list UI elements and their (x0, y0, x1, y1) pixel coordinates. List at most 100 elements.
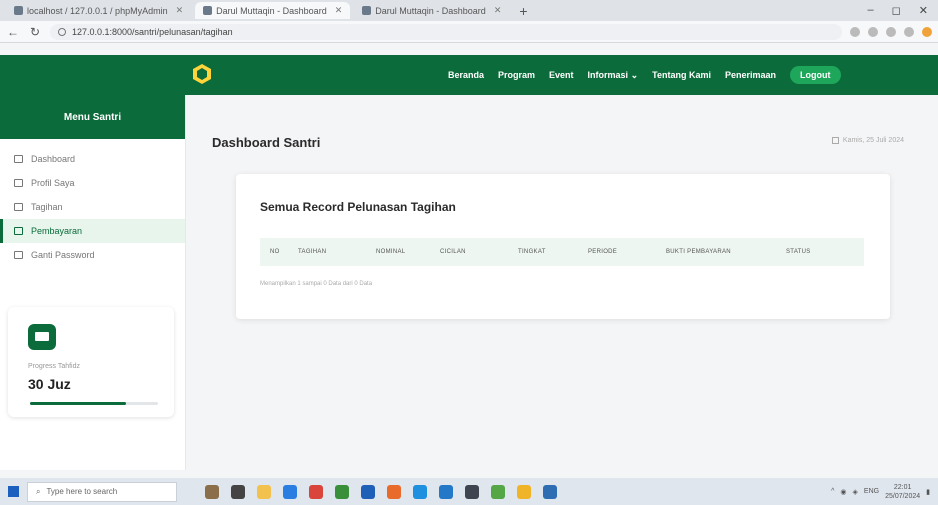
language-indicator[interactable]: ENG (864, 488, 879, 495)
clock-date: 25/07/2024 (885, 492, 921, 500)
nav-tentang-kami[interactable]: Tentang Kami (652, 70, 711, 80)
progress-bar (30, 402, 158, 405)
app-icon[interactable] (361, 484, 375, 499)
sidebar-item-label: Profil Saya (31, 178, 75, 188)
column-header[interactable]: NOMINAL (366, 249, 430, 255)
main-menu: Beranda Program Event Informasi ⌄ Tentan… (448, 55, 841, 95)
sidebar: Menu Santri Dashboard Profil Saya Tagiha… (0, 95, 186, 470)
close-tab-icon[interactable]: ✕ (335, 5, 343, 16)
app-icon[interactable] (543, 484, 557, 499)
sidebar-item-pembayaran[interactable]: Pembayaran (0, 219, 185, 243)
column-header[interactable]: NO (260, 249, 288, 255)
app-icon[interactable] (387, 484, 401, 499)
taskbar-search[interactable]: ⌕ Type here to search (27, 481, 177, 502)
vscode-icon[interactable] (439, 484, 453, 499)
widgets-icon[interactable] (205, 484, 219, 499)
sidebar-title: Menu Santri (0, 95, 185, 139)
system-tray: ^ ◉ ◈ ENG 22:01 25/07/2024 ▮ (831, 483, 938, 501)
chrome-icon[interactable] (413, 484, 427, 499)
calendar-icon (831, 137, 839, 144)
card-title: Semua Record Pelunasan Tagihan (260, 200, 456, 214)
logo-icon[interactable] (192, 63, 212, 85)
app-icon[interactable] (335, 484, 349, 499)
url-field[interactable]: 127.0.0.1:8000/santri/pelunasan/tagihan (50, 23, 842, 40)
nav-event[interactable]: Event (549, 70, 574, 80)
app-icon[interactable] (309, 484, 323, 499)
notification-icon[interactable]: ▮ (926, 488, 930, 496)
column-header[interactable]: TINGKAT (508, 249, 578, 255)
clock-time: 22:01 (893, 483, 912, 491)
close-tab-icon[interactable]: ✕ (176, 5, 184, 16)
volume-icon[interactable]: ◈ (853, 488, 858, 496)
chevron-down-icon: ⌄ (630, 69, 639, 80)
close-tab-icon[interactable]: ✕ (494, 5, 502, 16)
maximize-icon[interactable]: ◻ (892, 4, 901, 17)
progress-card: Progress Tahfidz 30 Juz (8, 307, 174, 417)
browser-tab-bar: localhost / 127.0.0.1 / phpMyAdmin ✕ Dar… (0, 0, 938, 21)
page-title: Dashboard Santri (212, 135, 321, 150)
grid-icon (14, 155, 23, 163)
favorites-icon[interactable] (886, 26, 896, 37)
column-header[interactable]: CICILAN (430, 249, 508, 255)
date-display: Kamis, 25 Juli 2024 (831, 137, 904, 144)
search-icon: ⌕ (36, 486, 41, 496)
sidebar-item-profil[interactable]: Profil Saya (0, 171, 185, 195)
extension-icon[interactable] (850, 26, 860, 37)
reload-icon[interactable]: ↻ (28, 25, 42, 39)
close-window-icon[interactable]: ✕ (919, 4, 928, 17)
tab-title: Darul Muttaqin - Dashboard (216, 5, 327, 16)
nav-program[interactable]: Program (498, 70, 535, 80)
profile-icon[interactable] (904, 26, 914, 37)
browser-tab[interactable]: Darul Muttaqin - Dashboard ✕ (354, 2, 509, 19)
chevron-up-icon[interactable]: ^ (831, 488, 834, 495)
column-header[interactable]: STATUS (776, 249, 836, 255)
user-icon (14, 179, 23, 187)
info-icon (58, 27, 66, 36)
column-header[interactable]: BUKTI PEMBAYARAN (656, 249, 776, 255)
clock[interactable]: 22:01 25/07/2024 (885, 483, 920, 501)
task-view-icon[interactable] (231, 484, 245, 499)
nav-informasi-label: Informasi (587, 69, 629, 80)
table-header: NO TAGIHAN NOMINAL CICILAN TINGKAT PERIO… (260, 238, 864, 266)
site-navbar: Beranda Program Event Informasi ⌄ Tentan… (0, 55, 938, 95)
dollar-icon (14, 203, 23, 211)
nav-informasi[interactable]: Informasi ⌄ (588, 70, 639, 81)
back-icon[interactable]: ← (6, 25, 20, 39)
nav-beranda[interactable]: Beranda (448, 70, 484, 80)
lock-icon (14, 251, 23, 259)
browser-tab-active[interactable]: Darul Muttaqin - Dashboard ✕ (195, 2, 351, 19)
app-icon[interactable] (517, 484, 531, 499)
taskbar: ⌕ Type here to search ^ ◉ ◈ ENG 22:01 25… (0, 478, 938, 505)
url-text: 127.0.0.1:8000/santri/pelunasan/tagihan (72, 26, 233, 37)
edge-icon[interactable] (283, 484, 297, 499)
records-card: Semua Record Pelunasan Tagihan NO TAGIHA… (236, 174, 890, 319)
network-icon[interactable]: ◉ (840, 488, 846, 496)
column-header[interactable]: TAGIHAN (288, 249, 366, 255)
progress-value: 30 Juz (28, 376, 71, 392)
browser-tab[interactable]: localhost / 127.0.0.1 / phpMyAdmin ✕ (6, 2, 191, 19)
extension-icon[interactable] (868, 26, 878, 37)
new-tab-button[interactable]: + (513, 3, 533, 19)
main-content: Dashboard Santri Kamis, 25 Juli 2024 Sem… (186, 95, 938, 470)
app-icon[interactable] (465, 484, 479, 499)
progress-label: Progress Tahfidz (28, 363, 81, 370)
sidebar-item-dashboard[interactable]: Dashboard (0, 147, 185, 171)
file-explorer-icon[interactable] (257, 484, 271, 499)
browser-menu-icon[interactable] (922, 26, 932, 37)
nav-penerimaan[interactable]: Penerimaan (725, 70, 776, 80)
window-controls: – ◻ ✕ (868, 4, 938, 17)
taskbar-apps (205, 484, 557, 499)
sidebar-item-tagihan[interactable]: Tagihan (0, 195, 185, 219)
logout-button[interactable]: Logout (790, 66, 841, 84)
progress-bar-fill (30, 402, 126, 405)
sidebar-item-label: Ganti Password (31, 250, 95, 260)
favicon-icon (14, 6, 23, 15)
app-icon[interactable] (491, 484, 505, 499)
sidebar-item-ganti-password[interactable]: Ganti Password (0, 243, 185, 267)
windows-start-icon[interactable] (8, 486, 19, 497)
book-icon (28, 324, 56, 350)
minimize-icon[interactable]: – (868, 4, 874, 17)
extensions (850, 26, 932, 37)
column-header[interactable]: PERIODE (578, 249, 656, 255)
table-info: Menampilkan 1 sampai 0 Data dari 0 Data (260, 281, 373, 287)
